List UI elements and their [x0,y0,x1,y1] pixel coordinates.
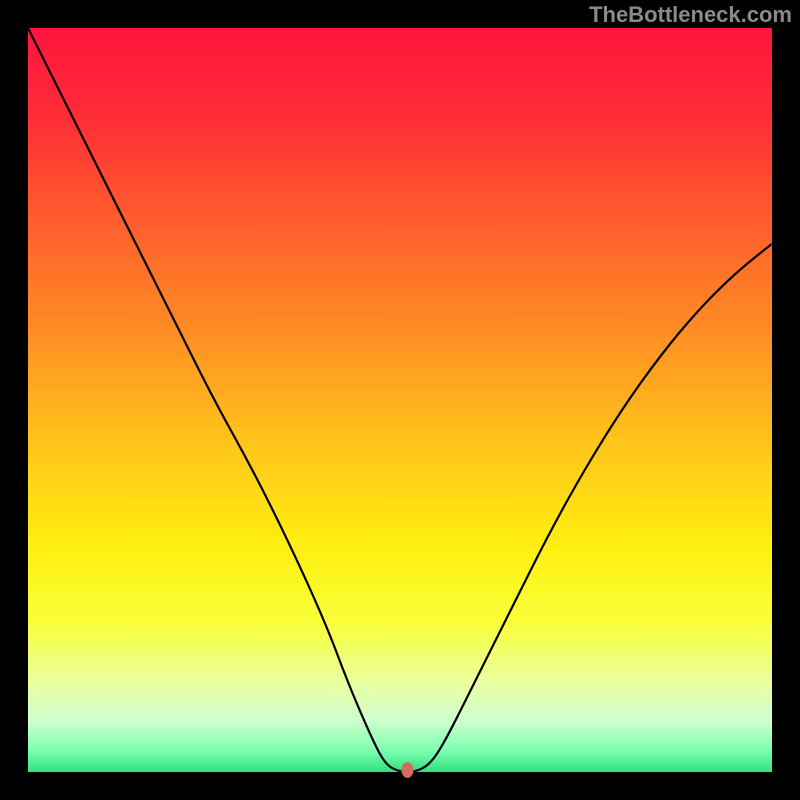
chart-container: TheBottleneck.com [0,0,800,800]
bottleneck-chart [0,0,800,800]
watermark-text: TheBottleneck.com [589,2,792,28]
plot-area [28,28,772,772]
optimal-point-marker [401,762,413,778]
